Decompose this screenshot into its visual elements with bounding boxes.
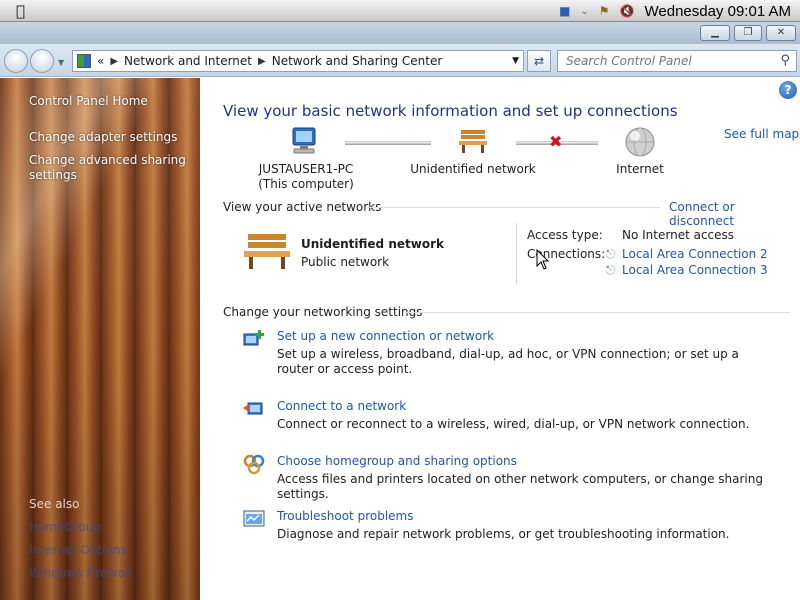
search-input[interactable]	[558, 51, 768, 71]
sidebar-internet-options-link[interactable]: Internet Options	[29, 543, 127, 557]
apple-icon[interactable]: 	[16, 2, 25, 20]
maximize-icon[interactable]: ❐	[734, 25, 762, 41]
task-troubleshoot: Troubleshoot problems Diagnose and repai…	[243, 509, 763, 542]
network-flag-icon[interactable]: ⚑	[599, 4, 610, 18]
clock[interactable]: Wednesday 09:01 AM	[645, 3, 791, 20]
map-computer-name: JUSTAUSER1-PC	[258, 162, 354, 176]
finder-icon[interactable]: ■	[559, 4, 570, 18]
connect-to-network-description: Connect or reconnect to a wireless, wire…	[277, 417, 750, 431]
address-dropdown-icon[interactable]: ▼	[512, 56, 519, 66]
volume-muted-icon[interactable]: 🔇	[620, 4, 635, 18]
control-panel-icon	[77, 54, 91, 68]
vertical-divider	[516, 223, 517, 285]
task-connect-network: Connect to a network Connect or reconnec…	[243, 399, 763, 432]
map-computer: JUSTAUSER1-PC (This computer)	[246, 162, 366, 192]
internet-globe-icon[interactable]	[624, 126, 656, 158]
forward-button[interactable]	[30, 49, 54, 73]
troubleshoot-problems-link[interactable]: Troubleshoot problems	[277, 509, 763, 523]
close-icon[interactable]: ✕	[766, 25, 796, 41]
main-content: ? View your basic network information an…	[200, 78, 800, 600]
access-type-label: Access type:	[527, 228, 603, 242]
breadcrumb[interactable]: « ▶ Network and Internet ▶ Network and S…	[72, 50, 524, 72]
task-homegroup: Choose homegroup and sharing options Acc…	[243, 454, 763, 502]
connect-or-disconnect-link[interactable]: Connect or disconnect	[669, 200, 800, 228]
local-area-connection-2-link[interactable]: Local Area Connection 2	[622, 247, 768, 261]
sidebar-windows-firewall-link[interactable]: Windows Firewall	[29, 566, 132, 580]
map-computer-sub: (This computer)	[258, 177, 354, 191]
breadcrumb-network-and-internet[interactable]: Network and Internet	[124, 54, 252, 68]
setup-connection-description: Set up a wireless, broadband, dial-up, a…	[277, 347, 739, 376]
see-also-heading: See also	[29, 497, 80, 511]
local-area-connection-3-link[interactable]: Local Area Connection 3	[622, 263, 768, 277]
address-bar-area: ▼ « ▶ Network and Internet ▶ Network and…	[0, 44, 800, 77]
computer-icon[interactable]	[288, 126, 320, 156]
breadcrumb-overflow[interactable]: «	[97, 54, 104, 68]
bench-icon[interactable]	[457, 128, 489, 154]
bench-icon	[244, 234, 290, 269]
breadcrumb-separator-icon[interactable]: ▶	[258, 56, 266, 67]
troubleshoot-problems-description: Diagnose and repair network problems, or…	[277, 527, 730, 541]
system-tray: ■ ⌄ ⚑ 🔇 Wednesday 09:01 AM	[559, 0, 800, 22]
active-networks-heading: View your active networks	[223, 200, 382, 214]
connect-to-network-link[interactable]: Connect to a network	[277, 399, 763, 413]
minimize-icon[interactable]: ▁	[700, 25, 730, 41]
mouse-cursor-icon	[536, 249, 550, 270]
sidebar-control-panel-home[interactable]: Control Panel Home	[29, 94, 189, 109]
search-box[interactable]: ⚲	[557, 50, 797, 72]
homegroup-sharing-link[interactable]: Choose homegroup and sharing options	[277, 454, 763, 468]
recent-pages-chevron-icon[interactable]: ▼	[58, 58, 64, 67]
no-connection-x-icon: ✖	[549, 132, 563, 151]
page-title: View your basic network information and …	[223, 102, 678, 120]
breadcrumb-network-sharing-center[interactable]: Network and Sharing Center	[272, 54, 443, 68]
refresh-button[interactable]: ⇄	[527, 50, 551, 72]
ethernet-connection-icon: ⎋	[606, 263, 616, 277]
help-icon[interactable]: ?	[779, 81, 797, 99]
map-link-line	[345, 141, 431, 145]
sidebar-change-adapter-settings[interactable]: Change adapter settings	[29, 130, 189, 145]
sidebar-change-advanced-sharing[interactable]: Change advanced sharing settings	[29, 153, 189, 183]
access-type-value: No Internet access	[622, 228, 735, 242]
change-settings-heading: Change your networking settings	[223, 305, 423, 319]
map-network-label: Unidentified network	[410, 162, 536, 176]
ethernet-connection-icon: ⎋	[606, 247, 616, 261]
menu-bar:  ■ ⌄ ⚑ 🔇 Wednesday 09:01 AM	[0, 0, 800, 22]
back-button[interactable]	[4, 49, 28, 73]
setup-connection-link[interactable]: Set up a new connection or network	[277, 329, 763, 343]
section-divider	[368, 207, 660, 208]
sidebar-homegroup-link[interactable]: HomeGroup	[29, 520, 101, 534]
sidebar: Control Panel Home Change adapter settin…	[0, 78, 200, 600]
section-divider	[405, 312, 790, 313]
search-icon[interactable]: ⚲	[780, 53, 790, 68]
active-network-name: Unidentified network	[301, 237, 444, 251]
see-full-map-link[interactable]: See full map	[724, 127, 799, 141]
chevron-down-icon[interactable]: ⌄	[580, 6, 588, 17]
network-category-link[interactable]: Public network	[301, 255, 389, 269]
task-setup-connection: Set up a new connection or network Set u…	[243, 329, 763, 377]
map-internet-label: Internet	[616, 162, 664, 176]
breadcrumb-separator-icon[interactable]: ▶	[110, 56, 118, 67]
window-title-bar: ▁ ❐ ✕	[0, 22, 800, 44]
homegroup-sharing-description: Access files and printers located on oth…	[277, 472, 763, 501]
